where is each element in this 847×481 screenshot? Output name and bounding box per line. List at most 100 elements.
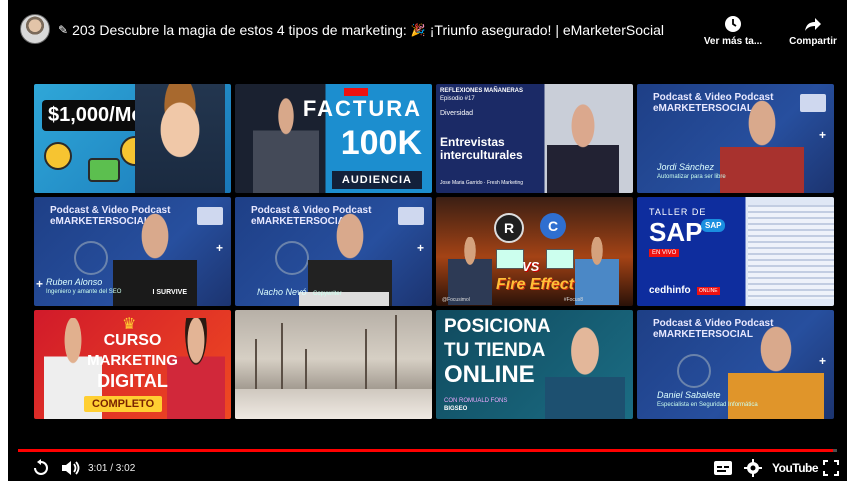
tile-con: CON ROMUALD FONS bbox=[444, 398, 508, 404]
player-controls: 3:01 / 3:02 YouTube bbox=[8, 455, 847, 481]
end-screen-video-1[interactable]: $1,000/Mes bbox=[34, 84, 231, 193]
tile-brand: BIGSEO bbox=[444, 406, 468, 412]
progress-played bbox=[18, 449, 833, 452]
tile-line1: CURSO bbox=[103, 332, 162, 349]
end-screen-video-7[interactable]: R C VS Fire Effect @Focusimol #Focus8 bbox=[436, 197, 633, 306]
hashtag: #Focus8 bbox=[563, 297, 583, 303]
video-title-part2: ¡Triunfo asegurado! | eMarketerSocial bbox=[429, 22, 664, 38]
share-arrow-icon bbox=[805, 18, 821, 31]
volume-button[interactable] bbox=[60, 459, 82, 477]
end-screen-video-10[interactable] bbox=[235, 310, 432, 419]
sap-logo-icon: SAP bbox=[701, 219, 726, 232]
settings-button[interactable] bbox=[742, 459, 764, 477]
subtitles-button[interactable] bbox=[712, 459, 734, 477]
replay-button[interactable] bbox=[30, 459, 52, 477]
tile-caption: Jose Maria Garrido · Fresh Marketing bbox=[440, 180, 524, 186]
en-vivo-badge: EN VIVO bbox=[649, 249, 680, 257]
r-logo-icon: R bbox=[494, 213, 524, 243]
tile-title: Entrevistas interculturales bbox=[440, 136, 523, 162]
live-badge bbox=[344, 88, 368, 96]
online-badge: ONLINE bbox=[697, 287, 720, 295]
vs-label: VS bbox=[522, 259, 540, 274]
episode-badge bbox=[398, 207, 424, 225]
end-screen-video-3[interactable]: REFLEXIONES MAÑANERAS Episodio #17 Diver… bbox=[436, 84, 633, 193]
end-screen-video-5[interactable]: Podcast & Video Podcast eMARKETERSOCIAL … bbox=[34, 197, 231, 306]
end-screen-grid: $1,000/Mes FACTURA 100K AUDIENCIA REFLEX… bbox=[34, 84, 834, 419]
guest-name: Ruben Alonso bbox=[46, 277, 103, 287]
guest-role: Copywriter bbox=[313, 291, 342, 297]
tile-line2: interculturales bbox=[440, 148, 523, 162]
speaker-icon bbox=[62, 461, 80, 475]
tile-title: Fire Effect bbox=[496, 276, 574, 293]
video-player[interactable]: ✎ 203 Descubre la magia de estos 4 tipos… bbox=[8, 0, 847, 481]
end-screen-video-6[interactable]: Podcast & Video Podcast eMARKETERSOCIAL … bbox=[235, 197, 432, 306]
brand-name: cedhinfo bbox=[649, 285, 691, 296]
tile-line2: 100K bbox=[340, 124, 422, 162]
tile-line1: POSICIONA bbox=[444, 316, 551, 337]
gear-icon bbox=[744, 459, 762, 477]
podcast-logo bbox=[275, 241, 309, 275]
video-number: 203 bbox=[72, 22, 96, 38]
progress-bar[interactable] bbox=[18, 449, 837, 452]
end-screen-video-9[interactable]: ♛ CURSO MARKETING DIGITAL COMPLETO bbox=[34, 310, 231, 419]
screen-preview bbox=[748, 205, 834, 299]
person-right bbox=[575, 237, 619, 305]
end-screen-video-8[interactable]: TALLER DE SAP SAP EN VIVO cedhinfo ONLIN… bbox=[637, 197, 834, 306]
sparkle-emoji-icon: ✎ bbox=[58, 23, 69, 37]
guest-role: Ingeniero y amante del SEO bbox=[46, 289, 122, 295]
video-title-part1: Descubre la magia de estos 4 tipos de ma… bbox=[99, 22, 407, 38]
tile-top1: REFLEXIONES MAÑANERAS bbox=[440, 88, 524, 94]
end-screen-video-4[interactable]: Podcast & Video Podcast eMARKETERSOCIAL … bbox=[637, 84, 834, 193]
video-title[interactable]: ✎ 203 Descubre la magia de estos 4 tipos… bbox=[58, 20, 664, 40]
plus-icon: + bbox=[416, 241, 424, 255]
tile-line3: DIGITAL bbox=[97, 371, 168, 391]
plus-icon: + bbox=[215, 241, 223, 255]
laptop-left bbox=[496, 249, 524, 269]
end-screen-video-12[interactable]: Podcast & Video Podcast eMARKETERSOCIAL … bbox=[637, 310, 834, 419]
fullscreen-icon bbox=[823, 460, 839, 476]
tile-line2: MARKETING bbox=[87, 352, 178, 369]
guest-photo bbox=[720, 93, 804, 193]
guest-name: Jordi Sánchez bbox=[657, 162, 715, 172]
fullscreen-button[interactable] bbox=[820, 459, 842, 477]
shirt-text: I SURVIVE bbox=[152, 289, 188, 296]
video-top-bar: ✎ 203 Descubre la magia de estos 4 tipos… bbox=[8, 0, 847, 62]
share-label: Compartir bbox=[789, 36, 837, 47]
guest-role: Especialista en Seguridad Informática bbox=[657, 402, 758, 408]
tile-taller: TALLER DE bbox=[649, 207, 707, 217]
watch-later-label: Ver más ta... bbox=[703, 36, 763, 47]
tile-line1: FACTURA bbox=[302, 96, 422, 121]
end-screen-video-11[interactable]: POSICIONA TU TIENDA ONLINE CON ROMUALD F… bbox=[436, 310, 633, 419]
tile-top2: Episodio #17 bbox=[440, 96, 475, 102]
podcast-logo bbox=[677, 354, 711, 388]
replay-icon bbox=[34, 459, 48, 475]
guest-name: Daniel Sabalete bbox=[657, 390, 721, 400]
tile-tag: Diversidad bbox=[440, 110, 474, 117]
guest-name: Nacho Nevó bbox=[257, 287, 307, 297]
coin-icon bbox=[44, 142, 72, 170]
guest-role: Automatizar para ser libre bbox=[657, 174, 726, 180]
share-button[interactable]: Compartir bbox=[778, 14, 847, 47]
tile-line2: TU TIENDA bbox=[444, 340, 546, 361]
subtitles-icon bbox=[714, 461, 732, 475]
plus-icon: + bbox=[818, 128, 826, 142]
laptop-right bbox=[546, 249, 574, 269]
end-screen-video-2[interactable]: FACTURA 100K AUDIENCIA bbox=[235, 84, 432, 193]
c-logo-icon: C bbox=[540, 213, 566, 239]
podcast-logo bbox=[74, 241, 108, 275]
tile-footer: AUDIENCIA bbox=[331, 171, 422, 189]
tile-sap: SAP bbox=[649, 217, 703, 247]
plus-icon: + bbox=[36, 277, 44, 291]
watch-later-button[interactable]: Ver más ta... bbox=[698, 14, 768, 47]
youtube-logo[interactable]: YouTube bbox=[772, 461, 819, 475]
channel-avatar[interactable] bbox=[20, 14, 50, 44]
clock-icon bbox=[725, 16, 741, 32]
tile-line4: COMPLETO bbox=[84, 396, 163, 412]
snow-ground bbox=[235, 389, 432, 419]
cash-icon bbox=[88, 158, 120, 182]
person-left bbox=[448, 237, 492, 305]
time-display: 3:01 / 3:02 bbox=[88, 463, 136, 474]
channel-handle: @Focusimol bbox=[442, 297, 470, 303]
presenter-photo bbox=[547, 97, 619, 193]
presenter-photo bbox=[545, 319, 625, 419]
